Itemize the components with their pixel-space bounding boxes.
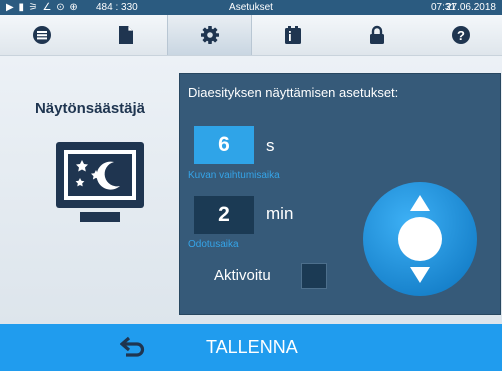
gear-icon — [200, 26, 219, 44]
wait-time-field[interactable]: 2 — [194, 196, 254, 234]
status-date: 27.06.2018 — [445, 2, 496, 13]
activated-label: Aktivoitu — [214, 267, 271, 284]
save-button[interactable]: TALLENNA — [206, 324, 298, 371]
info-device-icon — [284, 26, 301, 44]
value-dial — [363, 182, 477, 296]
screen: ▶ ▮ ⚞ ∠ ⊙ ⊕ 484 : 330 Asetukset 07:31 27… — [0, 0, 502, 371]
screensaver-monitor-icon — [56, 142, 144, 222]
tab-settings[interactable] — [167, 15, 252, 55]
slideshow-settings-panel: Diaesityksen näyttämisen asetukset: 6 s … — [179, 73, 501, 315]
slide-interval-field[interactable]: 6 — [194, 126, 254, 164]
tab-bar: ? — [0, 15, 502, 56]
slide-interval-label: Kuvan vaihtumisaika — [188, 170, 280, 181]
bottom-bar: TALLENNA — [0, 324, 502, 371]
back-arrow-icon[interactable] — [120, 335, 146, 359]
status-bar: ▶ ▮ ⚞ ∠ ⊙ ⊕ 484 : 330 Asetukset 07:31 27… — [0, 0, 502, 15]
lock-icon — [369, 25, 384, 44]
wait-time-unit: min — [266, 204, 294, 223]
tab-lock[interactable] — [335, 15, 418, 55]
tab-menu[interactable] — [0, 15, 83, 55]
slide-interval-unit: s — [266, 136, 275, 155]
tab-info[interactable] — [251, 15, 334, 55]
content-area: Näytönsäästäjä Diaesityksen näyttämisen … — [0, 56, 502, 324]
tab-help[interactable]: ? — [419, 15, 502, 55]
help-icon: ? — [451, 26, 470, 44]
activated-checkbox[interactable] — [301, 263, 327, 289]
wait-time-label: Odotusaika — [188, 239, 239, 250]
document-icon — [118, 26, 133, 44]
tab-documents[interactable] — [84, 15, 167, 55]
page-title: Näytönsäästäjä — [34, 100, 146, 117]
list-icon — [32, 26, 51, 44]
svg-text:?: ? — [457, 28, 465, 43]
status-title: Asetukset — [229, 2, 273, 13]
panel-title: Diaesityksen näyttämisen asetukset: — [188, 85, 399, 100]
